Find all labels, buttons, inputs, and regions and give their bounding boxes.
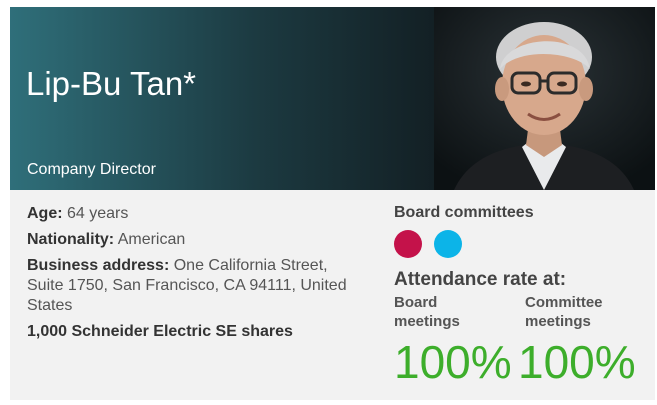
committee-attendance-value: 100% — [518, 336, 636, 388]
address-line: Business address: One California Street,… — [27, 256, 367, 316]
director-name: Lip-Bu Tan* — [26, 65, 197, 102]
shares-text: 1,000 Schneider Electric SE shares — [27, 323, 293, 340]
nationality-line: Nationality: American — [27, 230, 367, 250]
board-committees-title: Board committees — [394, 204, 534, 221]
board-meetings-label: Board meetings — [394, 294, 460, 330]
committees-and-attendance: Board committees Attendance rate at: Boa… — [394, 204, 654, 343]
director-profile-card: Lip-Bu Tan* Company Director Age: 64 yea… — [10, 7, 655, 400]
personal-details: Age: 64 years Nationality: American Busi… — [27, 204, 367, 348]
age-line: Age: 64 years — [27, 204, 367, 224]
committee-dots — [394, 230, 654, 260]
attendance-title: Attendance rate at: — [394, 269, 567, 290]
age-value: 64 years — [67, 205, 129, 222]
profile-header: Lip-Bu Tan* Company Director — [10, 7, 655, 190]
committee-meetings-label: Committee meetings — [525, 294, 603, 330]
committee-dot-blue — [434, 230, 463, 258]
nationality-value: American — [117, 231, 186, 248]
board-attendance-value: 100% — [394, 336, 512, 388]
committee-dot-red — [394, 230, 422, 258]
director-role: Company Director — [27, 161, 156, 178]
director-portrait — [434, 7, 655, 190]
address-label: Business address: — [27, 257, 170, 274]
nationality-label: Nationality: — [27, 231, 115, 248]
age-label: Age: — [27, 205, 63, 222]
shares-line: 1,000 Schneider Electric SE shares — [27, 322, 367, 342]
